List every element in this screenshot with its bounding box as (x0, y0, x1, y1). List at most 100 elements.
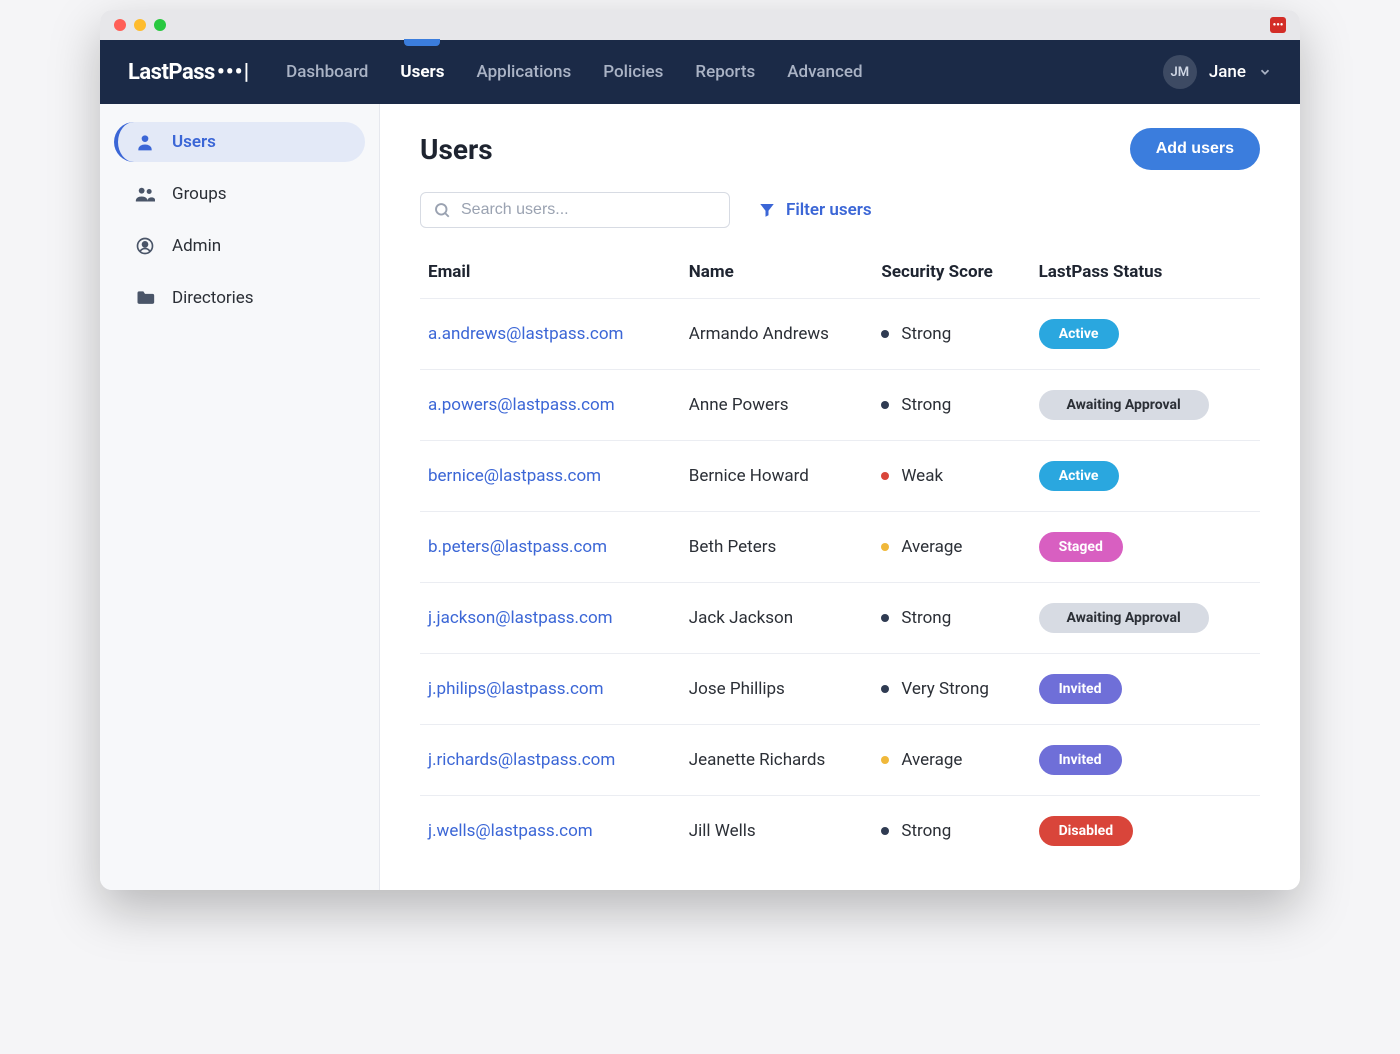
top-nav: LastPass•••| Dashboard Users Applications P… (100, 40, 1300, 104)
user-email-link[interactable]: j.wells@lastpass.com (428, 821, 593, 841)
user-email-link[interactable]: a.powers@lastpass.com (428, 395, 615, 415)
column-header[interactable]: Security Score (873, 252, 1030, 299)
table-body: a.andrews@lastpass.com Armando Andrews Str… (420, 299, 1260, 867)
window-controls (114, 19, 166, 31)
page-title: Users (420, 133, 493, 166)
security-score: Strong (881, 608, 1022, 628)
table-row[interactable]: j.philips@lastpass.com Jose Phillips Very … (420, 654, 1260, 725)
user-name: Jill Wells (681, 796, 874, 867)
user-email-link[interactable]: b.peters@lastpass.com (428, 537, 607, 557)
score-dot-icon (881, 756, 889, 764)
column-header[interactable]: Name (681, 252, 874, 299)
score-label: Weak (901, 466, 943, 486)
security-score: Average (881, 750, 1022, 770)
search-input[interactable] (461, 201, 717, 219)
column-header[interactable]: Email (420, 252, 681, 299)
score-label: Strong (901, 608, 951, 628)
score-dot-icon (881, 685, 889, 693)
lastpass-extension-icon[interactable]: ••• (1270, 17, 1286, 33)
score-label: Average (901, 750, 962, 770)
security-score: Strong (881, 395, 1022, 415)
user-name: Armando Andrews (681, 299, 874, 370)
status-badge: Invited (1039, 674, 1122, 704)
sidebar-item-users[interactable]: Users (114, 122, 365, 162)
table-row[interactable]: j.richards@lastpass.com Jeanette Richards… (420, 725, 1260, 796)
main-content: Users Add users Filter users EmailNameSe… (380, 104, 1300, 890)
user-email-link[interactable]: j.jackson@lastpass.com (428, 608, 613, 628)
table-row[interactable]: a.andrews@lastpass.com Armando Andrews Str… (420, 299, 1260, 370)
nav-item-users[interactable]: Users (400, 42, 444, 102)
user-email-link[interactable]: bernice@lastpass.com (428, 466, 601, 486)
nav-item-applications[interactable]: Applications (476, 42, 571, 102)
sidebar-item-label: Admin (172, 236, 221, 256)
user-menu[interactable]: JM Jane (1163, 55, 1272, 89)
nav-item-advanced[interactable]: Advanced (787, 42, 862, 102)
body: Users Groups Admin Directories Users Add us… (100, 104, 1300, 890)
main-header: Users Add users (420, 128, 1260, 170)
score-label: Strong (901, 821, 951, 841)
table-row[interactable]: j.wells@lastpass.com Jill Wells Strong Disa… (420, 796, 1260, 867)
sidebar: Users Groups Admin Directories (100, 104, 380, 890)
score-dot-icon (881, 614, 889, 622)
security-score: Average (881, 537, 1022, 557)
minimize-window-icon[interactable] (134, 19, 146, 31)
brand-dots-icon: •••| (217, 60, 250, 85)
user-name: Anne Powers (681, 370, 874, 441)
app-window: ••• LastPass•••| Dashboard Users Applicati… (100, 10, 1300, 890)
fullscreen-window-icon[interactable] (154, 19, 166, 31)
users-icon (134, 184, 156, 204)
score-label: Strong (901, 324, 951, 344)
score-dot-icon (881, 543, 889, 551)
table-row[interactable]: j.jackson@lastpass.com Jack Jackson Strong… (420, 583, 1260, 654)
user-name: Beth Peters (681, 512, 874, 583)
search-input-wrap[interactable] (420, 192, 730, 228)
chevron-down-icon (1258, 65, 1272, 79)
sidebar-item-admin[interactable]: Admin (114, 226, 365, 266)
user-name: Jack Jackson (681, 583, 874, 654)
search-icon (433, 201, 451, 219)
folder-icon (134, 288, 156, 308)
sidebar-item-label: Directories (172, 288, 254, 308)
status-badge: Staged (1039, 532, 1123, 562)
score-label: Strong (901, 395, 951, 415)
sidebar-item-label: Users (172, 132, 216, 152)
title-bar: ••• (100, 10, 1300, 40)
status-badge: Awaiting Approval (1039, 390, 1209, 420)
brand-name: LastPass (128, 60, 215, 85)
score-dot-icon (881, 401, 889, 409)
status-badge: Invited (1039, 745, 1122, 775)
user-email-link[interactable]: j.philips@lastpass.com (428, 679, 604, 699)
users-table: EmailNameSecurity ScoreLastPass Status a… (420, 252, 1260, 866)
table-controls: Filter users (420, 192, 1260, 228)
table-header-row: EmailNameSecurity ScoreLastPass Status (420, 252, 1260, 299)
close-window-icon[interactable] (114, 19, 126, 31)
sidebar-item-label: Groups (172, 184, 227, 204)
security-score: Very Strong (881, 679, 1022, 699)
sidebar-item-groups[interactable]: Groups (114, 174, 365, 214)
status-badge: Disabled (1039, 816, 1134, 846)
nav-item-policies[interactable]: Policies (603, 42, 663, 102)
sidebar-item-directories[interactable]: Directories (114, 278, 365, 318)
user-name: Jose Phillips (681, 654, 874, 725)
column-header[interactable]: LastPass Status (1031, 252, 1260, 299)
nav-items: Dashboard Users Applications Policies Report… (286, 42, 862, 102)
score-dot-icon (881, 330, 889, 338)
username: Jane (1209, 62, 1246, 82)
status-badge: Active (1039, 461, 1119, 491)
table-row[interactable]: bernice@lastpass.comBernice HowardWeakAc… (420, 441, 1260, 512)
score-dot-icon (881, 472, 889, 480)
nav-item-reports[interactable]: Reports (695, 42, 755, 102)
nav-item-dashboard[interactable]: Dashboard (286, 42, 368, 102)
user-email-link[interactable]: a.andrews@lastpass.com (428, 324, 623, 344)
score-dot-icon (881, 827, 889, 835)
user-name: Jeanette Richards (681, 725, 874, 796)
brand-logo[interactable]: LastPass•••| (128, 60, 250, 85)
table-row[interactable]: a.powers@lastpass.com Anne Powers Strong Aw… (420, 370, 1260, 441)
user-email-link[interactable]: j.richards@lastpass.com (428, 750, 615, 770)
score-label: Very Strong (901, 679, 989, 699)
add-users-button[interactable]: Add users (1130, 128, 1260, 170)
security-score: Weak (881, 466, 1022, 486)
table-row[interactable]: b.peters@lastpass.com Beth Peters Average S… (420, 512, 1260, 583)
admin-icon (134, 236, 156, 256)
filter-users-button[interactable]: Filter users (758, 200, 872, 220)
